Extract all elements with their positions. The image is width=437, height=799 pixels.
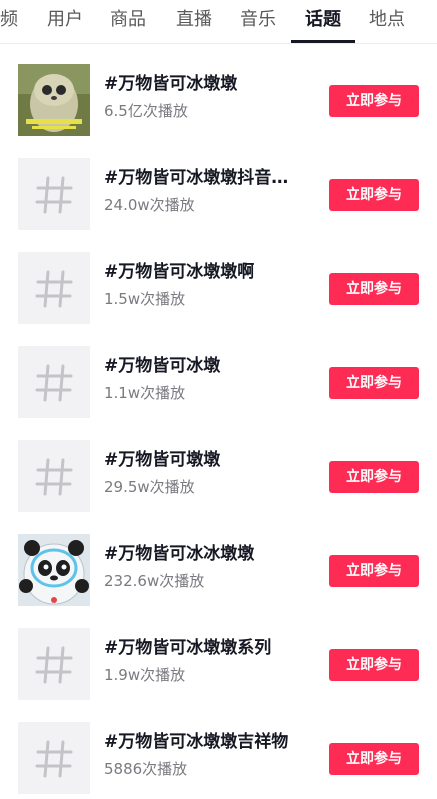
join-button[interactable]: 立即参与 (329, 743, 419, 775)
topic-thumbnail-image (18, 64, 90, 136)
join-button[interactable]: 立即参与 (329, 461, 419, 493)
tab-music[interactable]: 音乐 (240, 8, 276, 32)
topic-row[interactable]: #万物皆可冰墩墩吉祥物 5886次播放 立即参与 (0, 720, 437, 799)
topic-row[interactable]: #万物皆可冰冰墩墩 232.6w次播放 立即参与 (0, 532, 437, 626)
hashtag-icon (35, 646, 73, 684)
tab-places[interactable]: 地点 (369, 8, 405, 32)
topic-title: #万物皆可冰墩墩系列 (104, 638, 272, 658)
topic-title: #万物皆可冰墩墩抖音助… (104, 168, 304, 188)
topic-row[interactable]: #万物皆可墩墩 29.5w次播放 立即参与 (0, 438, 437, 532)
topic-row[interactable]: #万物皆可冰墩墩 6.5亿次播放 立即参与 (0, 62, 437, 156)
topic-thumbnail (18, 252, 90, 324)
hashtag-icon (35, 364, 73, 402)
topic-title: #万物皆可冰冰墩墩 (104, 544, 255, 564)
join-button[interactable]: 立即参与 (329, 649, 419, 681)
topic-play-count: 5886次播放 (104, 760, 188, 778)
panda-mascot-image (18, 534, 90, 606)
tab-products[interactable]: 商品 (110, 8, 146, 32)
tab-bar: 频 用户 商品 直播 音乐 话题 地点 (0, 0, 437, 44)
topic-thumbnail-image (18, 534, 90, 606)
topic-play-count: 1.5w次播放 (104, 290, 186, 308)
topic-title: #万物皆可冰墩墩啊 (104, 262, 255, 282)
tab-live[interactable]: 直播 (176, 8, 212, 32)
topic-row[interactable]: #万物皆可冰墩墩系列 1.9w次播放 立即参与 (0, 626, 437, 720)
hashtag-icon (35, 270, 73, 308)
join-button[interactable]: 立即参与 (329, 273, 419, 305)
topic-title: #万物皆可冰墩墩吉祥物 (104, 732, 289, 752)
tab-video[interactable]: 频 (0, 8, 18, 32)
topic-row[interactable]: #万物皆可冰墩墩啊 1.5w次播放 立即参与 (0, 250, 437, 344)
active-tab-indicator (291, 40, 355, 43)
topic-play-count: 24.0w次播放 (104, 196, 195, 214)
hashtag-icon (35, 458, 73, 496)
topic-title: #万物皆可墩墩 (104, 450, 221, 470)
tab-topics[interactable]: 话题 (305, 8, 341, 32)
topic-thumbnail (18, 722, 90, 794)
join-button[interactable]: 立即参与 (329, 367, 419, 399)
topic-row[interactable]: #万物皆可冰墩墩抖音助… 24.0w次播放 立即参与 (0, 156, 437, 250)
topic-play-count: 1.1w次播放 (104, 384, 186, 402)
topic-thumbnail (18, 158, 90, 230)
topic-thumbnail (18, 628, 90, 700)
join-button[interactable]: 立即参与 (329, 555, 419, 587)
creature-image (18, 64, 90, 136)
hashtag-icon (35, 740, 73, 778)
topic-play-count: 6.5亿次播放 (104, 102, 188, 120)
topic-play-count: 29.5w次播放 (104, 478, 195, 496)
hashtag-icon (35, 176, 73, 214)
join-button[interactable]: 立即参与 (329, 179, 419, 211)
topic-title: #万物皆可冰墩 (104, 356, 221, 376)
topic-play-count: 232.6w次播放 (104, 572, 205, 590)
topic-play-count: 1.9w次播放 (104, 666, 186, 684)
topic-row[interactable]: #万物皆可冰墩 1.1w次播放 立即参与 (0, 344, 437, 438)
join-button[interactable]: 立即参与 (329, 85, 419, 117)
tab-users[interactable]: 用户 (47, 8, 83, 32)
topic-title: #万物皆可冰墩墩 (104, 74, 238, 94)
topic-thumbnail (18, 440, 90, 512)
topic-thumbnail (18, 346, 90, 418)
